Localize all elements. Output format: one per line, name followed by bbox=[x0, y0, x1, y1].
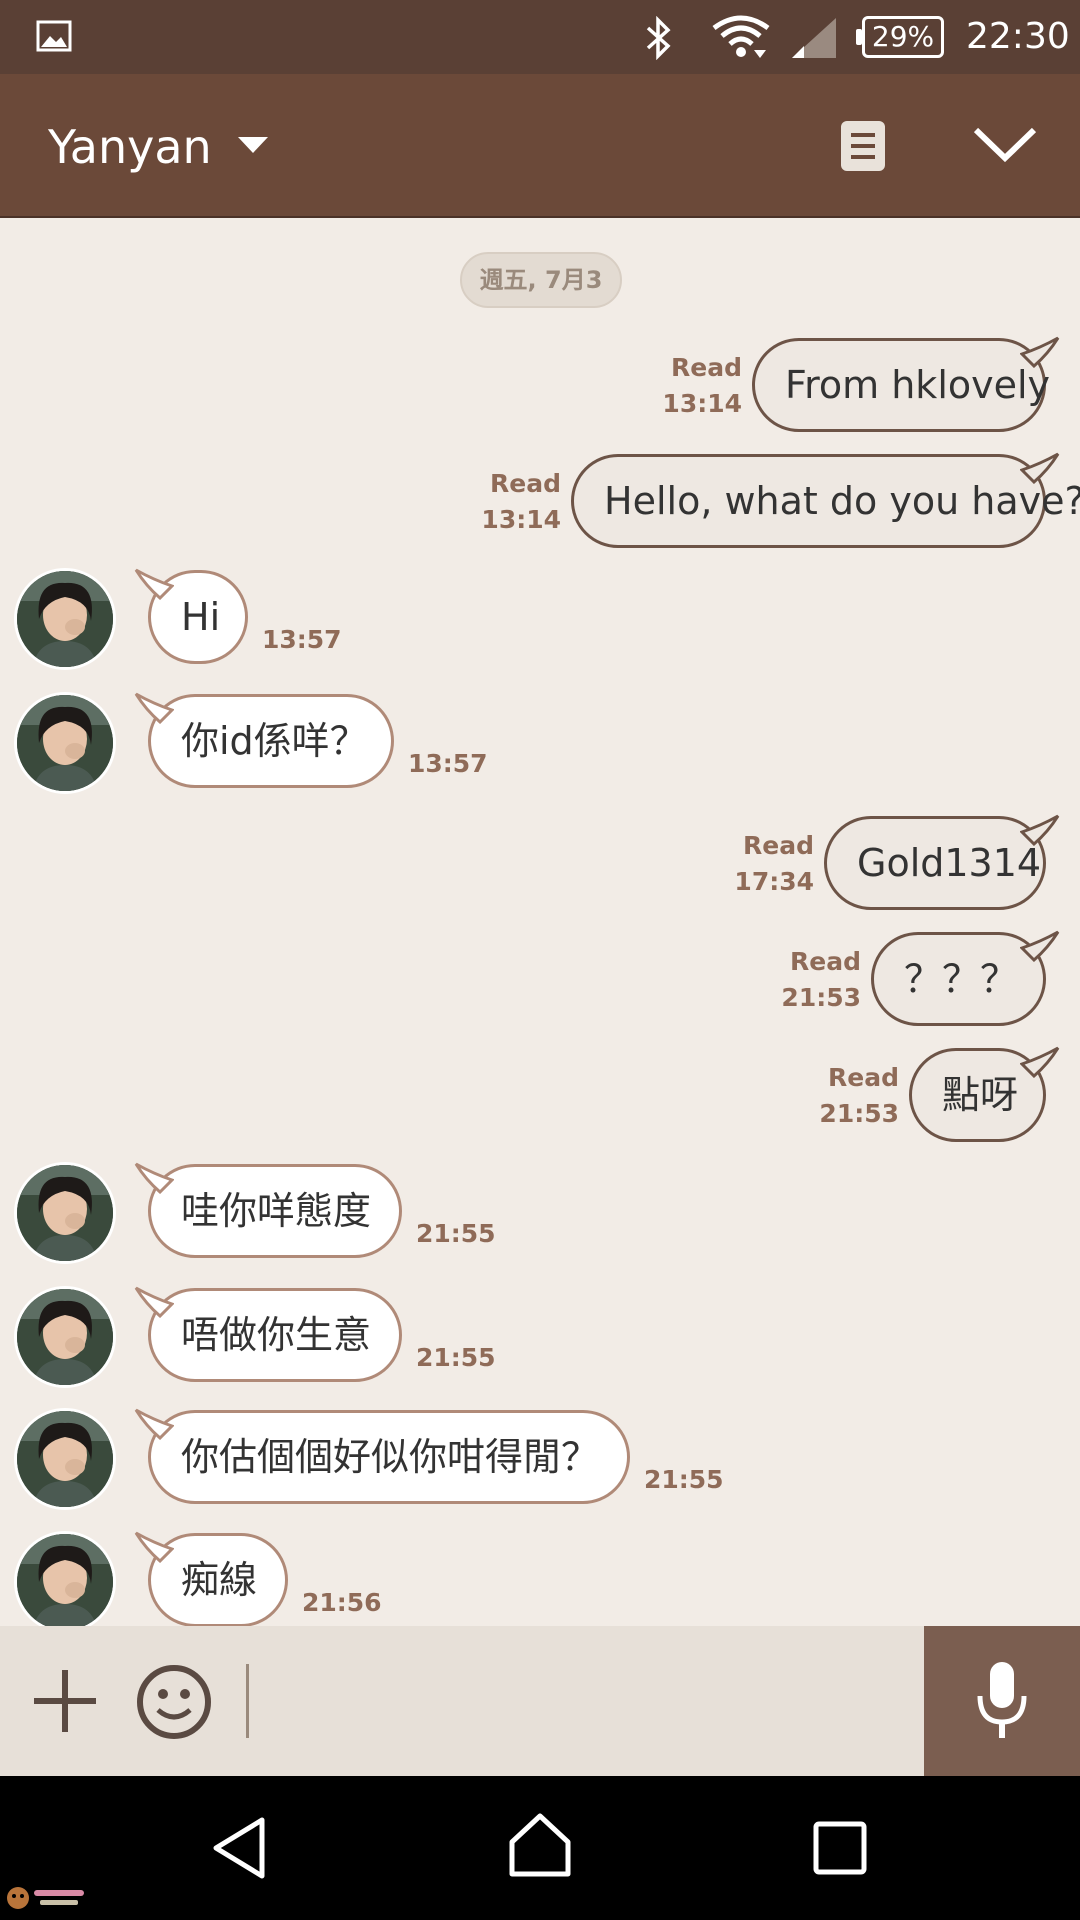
message-meta: Read 17:34 bbox=[714, 828, 814, 900]
message-bubble[interactable]: Gold1314 bbox=[824, 816, 1046, 910]
battery-icon: 29% bbox=[856, 16, 944, 58]
avatar-photo bbox=[17, 1411, 113, 1507]
message-meta: Read 21:53 bbox=[761, 944, 861, 1016]
bubble-tail bbox=[1020, 930, 1060, 962]
read-status: Read bbox=[490, 469, 561, 498]
bubble-tail bbox=[134, 1531, 174, 1563]
gallery-icon bbox=[36, 20, 72, 56]
add-icon[interactable] bbox=[30, 1666, 100, 1740]
home-icon[interactable] bbox=[508, 1812, 572, 1882]
message-time: 21:55 bbox=[416, 1343, 496, 1372]
clock: 22:30 bbox=[966, 16, 1070, 57]
wifi-icon bbox=[712, 14, 770, 66]
navigation-bar bbox=[0, 1776, 1080, 1920]
message-time: 21:56 bbox=[302, 1588, 382, 1617]
message-time: 17:34 bbox=[734, 867, 814, 896]
message-time: 21:53 bbox=[781, 983, 861, 1012]
message-time: 21:55 bbox=[644, 1465, 724, 1494]
bubble-tail bbox=[134, 1408, 174, 1440]
back-icon[interactable] bbox=[210, 1816, 268, 1884]
avatar-photo bbox=[17, 1534, 113, 1630]
signal-icon bbox=[790, 16, 838, 64]
message-bubble[interactable]: From hklovely bbox=[752, 338, 1050, 432]
read-status: Read bbox=[828, 1063, 899, 1092]
message-input[interactable] bbox=[246, 1664, 906, 1738]
recent-apps-icon[interactable] bbox=[812, 1820, 868, 1880]
message-meta: Read 13:14 bbox=[461, 466, 561, 538]
avatar-photo bbox=[17, 571, 113, 667]
message-time: 21:53 bbox=[819, 1099, 899, 1128]
chat-header: Yanyan bbox=[0, 74, 1080, 218]
bubble-tail bbox=[1020, 814, 1060, 846]
message-bubble[interactable]: 你id係咩？ bbox=[148, 694, 394, 788]
avatar[interactable] bbox=[14, 568, 116, 670]
avatar[interactable] bbox=[14, 1286, 116, 1388]
battery-level: 29% bbox=[871, 20, 935, 53]
read-status: Read bbox=[790, 947, 861, 976]
notes-icon[interactable] bbox=[838, 118, 888, 178]
bubble-tail bbox=[134, 692, 174, 724]
bubble-tail bbox=[1020, 336, 1060, 368]
bubble-tail bbox=[134, 568, 174, 600]
message-time: 13:57 bbox=[408, 749, 488, 778]
read-status: Read bbox=[671, 353, 742, 382]
avatar-photo bbox=[17, 695, 113, 791]
bubble-tail bbox=[1020, 1046, 1060, 1078]
date-divider: 週五, 7月3 bbox=[460, 252, 622, 308]
avatar-photo bbox=[17, 1289, 113, 1385]
message-time: 21:55 bbox=[416, 1219, 496, 1248]
avatar-photo bbox=[17, 1165, 113, 1261]
input-bar bbox=[0, 1626, 1080, 1776]
read-status: Read bbox=[743, 831, 814, 860]
message-time: 13:14 bbox=[662, 389, 742, 418]
collapse-icon[interactable] bbox=[972, 124, 1038, 168]
contact-switcher[interactable]: Yanyan bbox=[48, 118, 268, 176]
bubble-tail bbox=[134, 1162, 174, 1194]
message-time: 13:57 bbox=[262, 625, 342, 654]
microphone-icon bbox=[977, 1662, 1027, 1738]
message-meta: Read 13:14 bbox=[642, 350, 742, 422]
message-bubble[interactable]: 唔做你生意 bbox=[148, 1288, 402, 1382]
avatar[interactable] bbox=[14, 1162, 116, 1264]
message-time: 13:14 bbox=[481, 505, 561, 534]
status-bar: 29% 22:30 bbox=[0, 0, 1080, 74]
message-bubble[interactable]: Hello, what do you have? bbox=[571, 454, 1080, 548]
contact-name: Yanyan bbox=[48, 120, 212, 174]
message-meta: Read 21:53 bbox=[799, 1060, 899, 1132]
avatar[interactable] bbox=[14, 692, 116, 794]
microphone-button[interactable] bbox=[924, 1626, 1080, 1776]
bubble-tail bbox=[134, 1286, 174, 1318]
avatar[interactable] bbox=[14, 1408, 116, 1510]
emoji-icon[interactable] bbox=[136, 1664, 212, 1744]
dropdown-icon bbox=[237, 137, 268, 157]
message-bubble[interactable]: 哇你咩態度 bbox=[148, 1164, 402, 1258]
watermark-logo bbox=[4, 1882, 90, 1914]
message-bubble[interactable]: 你估個個好似你咁得閒？ bbox=[148, 1410, 630, 1504]
bubble-tail bbox=[1020, 452, 1060, 484]
bluetooth-icon bbox=[644, 15, 674, 64]
avatar[interactable] bbox=[14, 1531, 116, 1633]
